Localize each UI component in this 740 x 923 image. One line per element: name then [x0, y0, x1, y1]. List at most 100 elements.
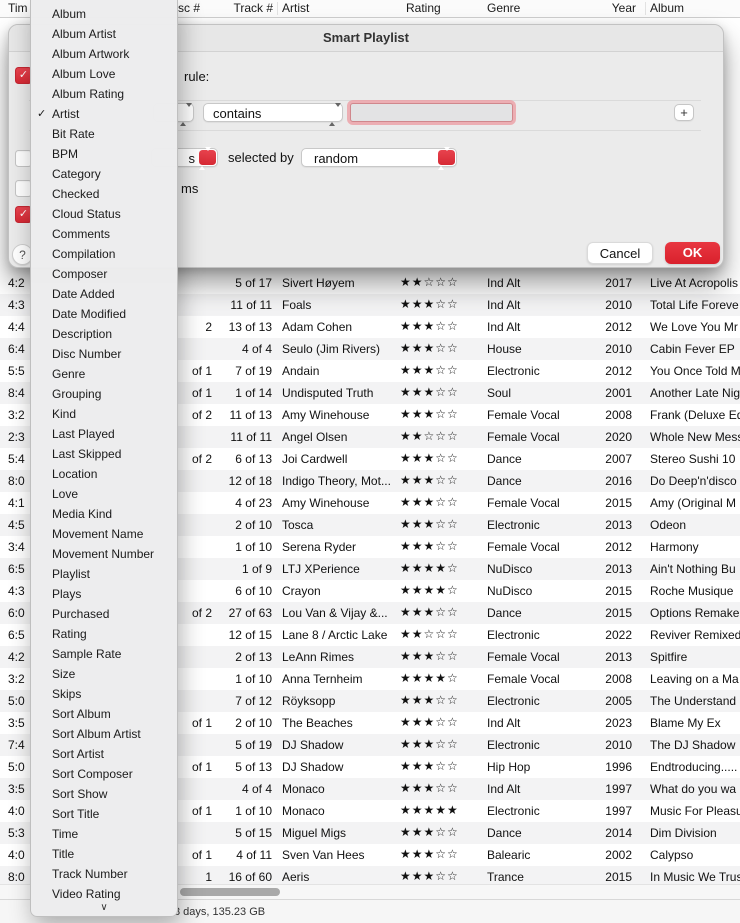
cell-album: Dim Division — [650, 826, 717, 840]
menu-item-last-played[interactable]: Last Played — [31, 424, 177, 444]
menu-item-purchased[interactable]: Purchased — [31, 604, 177, 624]
cell-artist: Angel Olsen — [282, 430, 348, 444]
cell-time: 4:3 — [8, 298, 25, 312]
cell-album: You Once Told M — [650, 364, 740, 378]
menu-item-love[interactable]: Love — [31, 484, 177, 504]
menu-item-last-skipped[interactable]: Last Skipped — [31, 444, 177, 464]
column-header-album[interactable]: Album — [650, 1, 684, 15]
cell-time: 7:4 — [8, 738, 25, 752]
menu-item-label: Artist — [52, 107, 80, 121]
menu-item-playlist[interactable]: Playlist — [31, 564, 177, 584]
column-header-track[interactable]: Track # — [213, 1, 273, 15]
menu-item-sort-album-artist[interactable]: Sort Album Artist — [31, 724, 177, 744]
menu-item-grouping[interactable]: Grouping — [31, 384, 177, 404]
cell-time: 4:4 — [8, 320, 25, 334]
menu-item-label: Movement Name — [52, 527, 144, 541]
add-rule-button[interactable]: + — [674, 104, 694, 121]
menu-item-label: Category — [52, 167, 101, 181]
selected-by-popup[interactable]: random — [301, 147, 457, 170]
cell-time: 6:5 — [8, 562, 25, 576]
menu-item-genre[interactable]: Genre — [31, 364, 177, 384]
menu-item-cloud-status[interactable]: Cloud Status — [31, 204, 177, 224]
column-header-year[interactable]: Year — [560, 1, 636, 15]
menu-item-skips[interactable]: Skips — [31, 684, 177, 704]
selected-by-label: selected by — [228, 150, 294, 165]
rule-value-input[interactable] — [350, 103, 513, 122]
menu-item-checked[interactable]: Checked — [31, 184, 177, 204]
column-header-time[interactable]: Tim — [8, 1, 28, 15]
cell-album: Harmony — [650, 540, 699, 554]
menu-item-composer[interactable]: Composer — [31, 264, 177, 284]
cell-rating-stars: ★★★☆☆ — [400, 539, 459, 553]
cell-rating-stars: ★★★☆☆ — [400, 781, 459, 795]
cell-year: 2016 — [605, 474, 632, 488]
menu-item-label: Skips — [52, 687, 82, 701]
menu-item-album-rating[interactable]: Album Rating — [31, 84, 177, 104]
cell-year: 2010 — [605, 342, 632, 356]
menu-item-label: Album — [52, 7, 87, 21]
menu-item-album-artwork[interactable]: Album Artwork — [31, 44, 177, 64]
menu-item-sort-artist[interactable]: Sort Artist — [31, 744, 177, 764]
menu-item-kind[interactable]: Kind — [31, 404, 177, 424]
ok-button[interactable]: OK — [665, 242, 720, 264]
menu-item-label: Composer — [52, 267, 108, 281]
menu-item-video-rating[interactable]: Video Rating — [31, 884, 177, 904]
cell-rating-stars: ★★★☆☆ — [400, 759, 459, 773]
cell-artist: Amy Winehouse — [282, 496, 370, 510]
column-header-disc[interactable]: sc # — [178, 1, 200, 15]
cell-year: 2013 — [605, 562, 632, 576]
menu-item-plays[interactable]: Plays — [31, 584, 177, 604]
column-header-genre[interactable]: Genre — [487, 1, 520, 15]
menu-item-album-love[interactable]: Album Love — [31, 64, 177, 84]
menu-item-artist[interactable]: ✓ Artist — [31, 104, 177, 124]
menu-item-rating[interactable]: Rating — [31, 624, 177, 644]
menu-item-album[interactable]: Album — [31, 4, 177, 24]
menu-item-sample-rate[interactable]: Sample Rate — [31, 644, 177, 664]
menu-item-label: Video Rating — [52, 887, 121, 901]
menu-item-title[interactable]: Title — [31, 844, 177, 864]
cell-artist: Aeris — [282, 870, 310, 884]
menu-item-sort-title[interactable]: Sort Title — [31, 804, 177, 824]
menu-item-comments[interactable]: Comments — [31, 224, 177, 244]
menu-item-date-modified[interactable]: Date Modified — [31, 304, 177, 324]
menu-item-track-number[interactable]: Track Number — [31, 864, 177, 884]
music-app-window: Tim sc # Track # Artist Rating Genre Yea… — [0, 0, 740, 923]
menu-item-movement-number[interactable]: Movement Number — [31, 544, 177, 564]
menu-item-label: Plays — [52, 587, 82, 601]
rule-field-dropdown-menu: Album Album Artist Album Artwork Album Love… — [30, 0, 178, 917]
scroll-more-chevron-icon[interactable]: ∨ — [31, 902, 177, 915]
menu-item-category[interactable]: Category — [31, 164, 177, 184]
menu-item-compilation[interactable]: Compilation — [31, 244, 177, 264]
cell-time: 4:1 — [8, 496, 25, 510]
cell-album: Live At Acropolis — [650, 276, 739, 290]
cell-track-number: 6 of 13 — [235, 452, 272, 466]
menu-item-bpm[interactable]: BPM — [31, 144, 177, 164]
column-header-artist[interactable]: Artist — [282, 1, 309, 15]
menu-item-label: Sort Album — [52, 707, 111, 721]
cell-album: Reviver Remixed — [650, 628, 740, 642]
menu-item-media-kind[interactable]: Media Kind — [31, 504, 177, 524]
menu-item-sort-album[interactable]: Sort Album — [31, 704, 177, 724]
cancel-button[interactable]: Cancel — [587, 242, 653, 264]
cell-time: 5:3 — [8, 826, 25, 840]
cell-track-number: 12 of 18 — [228, 474, 272, 488]
cell-year: 2012 — [605, 320, 632, 334]
cell-rating-stars: ★★★☆☆ — [400, 297, 459, 311]
menu-item-description[interactable]: Description — [31, 324, 177, 344]
menu-item-album-artist[interactable]: Album Artist — [31, 24, 177, 44]
cell-time: 8:4 — [8, 386, 25, 400]
menu-item-time[interactable]: Time — [31, 824, 177, 844]
menu-item-label: Size — [52, 667, 76, 681]
column-header-rating[interactable]: Rating — [406, 1, 441, 15]
menu-item-disc-number[interactable]: Disc Number — [31, 344, 177, 364]
menu-item-sort-show[interactable]: Sort Show — [31, 784, 177, 804]
menu-item-sort-composer[interactable]: Sort Composer — [31, 764, 177, 784]
menu-item-bit-rate[interactable]: Bit Rate — [31, 124, 177, 144]
menu-item-location[interactable]: Location — [31, 464, 177, 484]
cell-year: 1997 — [605, 782, 632, 796]
menu-item-movement-name[interactable]: Movement Name — [31, 524, 177, 544]
menu-item-size[interactable]: Size — [31, 664, 177, 684]
menu-item-date-added[interactable]: Date Added — [31, 284, 177, 304]
horizontal-scrollbar-thumb[interactable] — [180, 888, 280, 896]
rule-operator-popup[interactable]: contains — [203, 103, 343, 126]
